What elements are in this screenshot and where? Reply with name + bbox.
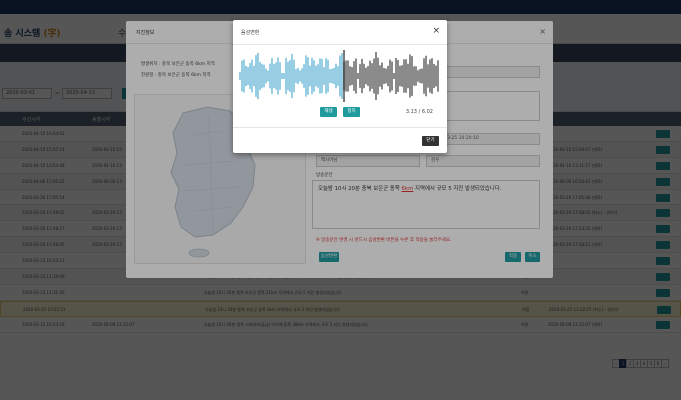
audio-waveform[interactable] [239,50,441,102]
playback-time: 3.13 / 6.02 [405,109,433,115]
play-button[interactable]: 재생 [320,107,337,117]
audio-modal: 음성변환 × 재생 정지 3.13 / 6.02 닫기 [233,20,447,153]
audio-modal-title: 음성변환 [241,30,260,36]
divider [233,127,447,128]
divider [233,44,447,45]
stop-button[interactable]: 정지 [343,107,360,117]
close-button[interactable]: 닫기 [422,136,439,146]
audio-close-icon[interactable]: × [432,26,440,36]
